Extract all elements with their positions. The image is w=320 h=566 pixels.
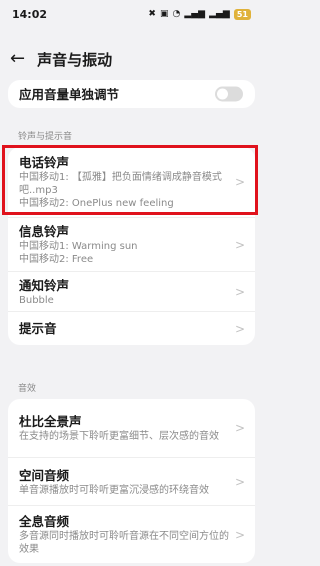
chevron-right-icon: > xyxy=(234,237,245,252)
back-arrow-icon[interactable]: ← xyxy=(10,50,25,68)
row-title: 电话铃声 xyxy=(19,155,70,170)
app-volume-label: 应用音量单独调节 xyxy=(19,86,120,102)
status-bar: 14:02 ✖ ▣ ◔ ▂▄▆ ▂▄▆ 51 xyxy=(0,0,263,28)
chevron-right-icon: > xyxy=(234,175,245,189)
app-volume-toggle[interactable] xyxy=(215,86,243,102)
effects-card: 杜比全景声 在支持的场景下聆听更富细节、层次感的音效 > 空间音频 单音源播放时… xyxy=(8,399,255,563)
row-subtitle: 多音源同时播放时可聆听音源在不同空间方位的效果 xyxy=(19,531,229,555)
app-volume-card: 应用音量单独调节 xyxy=(8,80,255,108)
app-volume-row[interactable]: 应用音量单独调节 xyxy=(8,80,255,108)
row-title: 信息铃声 xyxy=(19,224,70,239)
row-subtitle: 单音源播放时可聆听更富沉浸感的环绕音效 xyxy=(19,484,209,496)
signal-2-icon: ▂▄▆ xyxy=(209,9,230,19)
row-title: 通知铃声 xyxy=(19,277,70,293)
row-subtitle: 在支持的场景下聆听更富细节、层次感的音效 xyxy=(19,431,219,442)
signal-1-icon: ▂▄▆ xyxy=(184,9,206,19)
battery-icon: 51 xyxy=(233,8,251,20)
list-item-spatial-audio[interactable]: 空间音频 单音源播放时可聆听更富沉浸感的环绕音效 > xyxy=(8,457,255,505)
status-time: 14:02 xyxy=(12,7,48,21)
header: ← 声音与振动 xyxy=(0,44,263,74)
chevron-right-icon: > xyxy=(234,527,245,542)
list-item-alert-sound[interactable]: 提示音 > xyxy=(8,311,255,345)
row-title: 杜比全景声 xyxy=(19,414,82,429)
section-label-ringtones: 铃声与提示音 xyxy=(18,132,73,142)
list-item-message-ringtone[interactable]: 信息铃声 中国移动1: Warming sun 中国移动2: Free > xyxy=(8,217,255,271)
ringtones-card: 电话铃声 中国移动1: 【孤雅】把负面情绪调成静音模式吧..mp3 中国移动2:… xyxy=(8,147,255,345)
section-label-effects: 音效 xyxy=(18,384,37,394)
row-subtitle: 中国移动2: Free xyxy=(19,254,94,265)
row-title: 空间音频 xyxy=(19,467,70,483)
chevron-right-icon: > xyxy=(234,321,245,336)
list-item-call-ringtone[interactable]: 电话铃声 中国移动1: 【孤雅】把负面情绪调成静音模式吧..mp3 中国移动2:… xyxy=(8,147,255,217)
row-subtitle: 中国移动1: Warming sun xyxy=(19,241,138,252)
status-icons: ✖ ▣ ◔ ▂▄▆ ▂▄▆ 51 xyxy=(148,8,251,20)
page-title: 声音与振动 xyxy=(37,50,113,69)
mute-icon: ✖ xyxy=(148,9,156,19)
row-subtitle: Bubble xyxy=(19,294,54,306)
row-subtitle: 中国移动2: OnePlus new feeling xyxy=(19,198,174,209)
row-title: 全息音频 xyxy=(19,514,70,529)
list-item-dolby-atmos[interactable]: 杜比全景声 在支持的场景下聆听更富细节、层次感的音效 > xyxy=(8,399,255,457)
row-subtitle: 中国移动1: 【孤雅】把负面情绪调成静音模式吧..mp3 xyxy=(19,172,222,196)
wifi-icon: ◔ xyxy=(172,9,181,19)
nfc-icon: ▣ xyxy=(159,9,169,19)
list-item-notification-ringtone[interactable]: 通知铃声 Bubble > xyxy=(8,271,255,311)
chevron-right-icon: > xyxy=(234,284,245,299)
chevron-right-icon: > xyxy=(234,421,245,435)
row-title: 提示音 xyxy=(19,321,57,336)
chevron-right-icon: > xyxy=(234,474,245,489)
list-item-holographic-audio[interactable]: 全息音频 多音源同时播放时可聆听音源在不同空间方位的效果 > xyxy=(8,505,255,563)
